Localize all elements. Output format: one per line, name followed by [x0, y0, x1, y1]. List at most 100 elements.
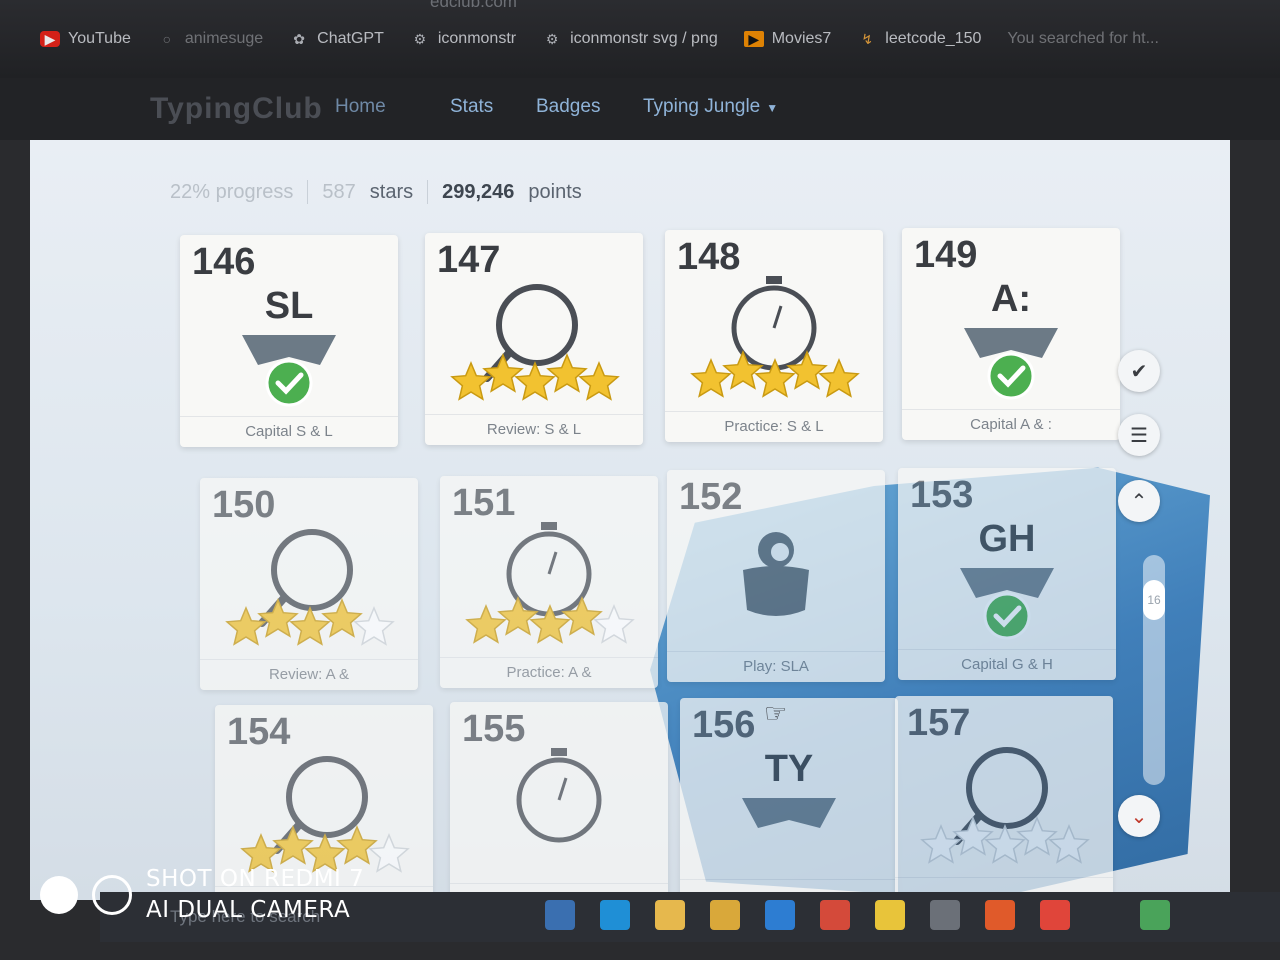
lesson-card[interactable]: 156 TY — [680, 698, 898, 910]
lesson-number: 157 — [907, 702, 971, 744]
menu-button[interactable]: ☰ — [1118, 414, 1160, 456]
star-filled-icon — [272, 825, 314, 865]
stopwatch-hand-icon — [547, 551, 558, 575]
monitor-screen: edclub.com ▶ YouTube ○ animesuge ✿ ChatG… — [0, 0, 1280, 960]
bookmark-label: iconmonstr svg / png — [570, 30, 718, 47]
bookmark-iconmonstr[interactable]: ⚙ iconmonstr — [410, 30, 517, 48]
chevron-up-icon: ⌃ — [1130, 490, 1148, 513]
lesson-scrollbar[interactable]: 16 — [1143, 555, 1165, 785]
menu-icon: ☰ — [1130, 424, 1148, 447]
bookmark-chatgpt[interactable]: ✿ ChatGPT — [289, 30, 384, 48]
star-filled-icon — [257, 598, 299, 638]
site-icon: ○ — [162, 31, 172, 47]
lesson-card[interactable]: 151 Practice: A & — [440, 476, 658, 688]
stars-count: 587 — [322, 180, 356, 203]
points-label: points — [528, 180, 582, 203]
sticky-notes-icon[interactable] — [875, 900, 905, 930]
lesson-card[interactable]: 150 Review: A & — [200, 478, 418, 690]
bookmark-iconmonstr-svg[interactable]: ⚙ iconmonstr svg / png — [542, 30, 718, 48]
camera-watermark: SHOT ON REDMI 7 AI DUAL CAMERA — [40, 864, 364, 926]
progress-text: 22% progress — [170, 180, 294, 203]
watermark-text: SHOT ON REDMI 7 AI DUAL CAMERA — [146, 864, 364, 926]
lesson-label: Practice: S & L — [665, 411, 883, 442]
bookmark-label: YouTube — [68, 30, 131, 47]
bookmark-leetcode[interactable]: ↯ leetcode_150 — [857, 30, 981, 48]
scroll-up-button[interactable]: ⌃ — [1118, 480, 1160, 522]
lesson-number: 152 — [679, 476, 743, 518]
nav-stats[interactable]: Stats — [450, 96, 493, 118]
bookmark-youtube[interactable]: ▶ YouTube — [40, 30, 131, 48]
nav-typing-jungle[interactable]: Typing Jungle ▼ — [643, 96, 778, 118]
chevron-down-icon: ▼ — [766, 101, 779, 115]
lesson-number: 155 — [462, 708, 526, 750]
bookmark-label: Movies7 — [771, 30, 832, 47]
watermark-line1: SHOT ON REDMI 7 — [146, 866, 365, 892]
lesson-letters: SL — [264, 285, 314, 327]
store-icon[interactable] — [710, 900, 740, 930]
lesson-label: Capital A & : — [902, 409, 1120, 440]
lesson-number: 150 — [212, 484, 276, 526]
lesson-card[interactable]: 155 — [450, 702, 668, 914]
chatgpt-icon: ✿ — [293, 30, 306, 47]
iconmonstr-icon: ⚙ — [545, 30, 559, 47]
lesson-label: Capital G & H — [898, 649, 1116, 680]
star-filled-icon — [722, 350, 764, 390]
bookmarks-bar: edclub.com ▶ YouTube ○ animesuge ✿ ChatG… — [0, 0, 1280, 78]
badge-tray-icon — [742, 798, 836, 828]
lesson-card[interactable]: 152 Play: SLA — [667, 470, 885, 682]
address-fragment: edclub.com — [430, 0, 517, 11]
bookmark-search-result[interactable]: You searched for ht... — [1007, 30, 1159, 48]
chrome-icon[interactable] — [820, 900, 850, 930]
stopwatch-button-icon — [766, 276, 782, 284]
lesson-label: Practice: A & — [440, 657, 658, 688]
lesson-label: Play: SLA — [667, 651, 885, 682]
nav-badges[interactable]: Badges — [536, 96, 600, 118]
star-filled-icon — [482, 353, 524, 393]
lesson-number: 151 — [452, 482, 516, 524]
check-badge-icon — [987, 352, 1035, 400]
divider — [427, 180, 429, 204]
lesson-number: 148 — [677, 236, 741, 278]
nav-label: Typing Jungle — [643, 96, 761, 117]
edge-icon[interactable] — [600, 900, 630, 930]
lesson-number: 146 — [192, 241, 256, 283]
lesson-number: 153 — [910, 474, 974, 516]
lesson-card[interactable]: 157 — [895, 696, 1113, 908]
bookmark-movies7[interactable]: ▶ Movies7 — [743, 30, 832, 48]
lesson-label: Review: A & — [200, 659, 418, 690]
check-badge-icon — [265, 359, 313, 407]
lesson-number: 147 — [437, 239, 501, 281]
file-explorer-icon[interactable] — [655, 900, 685, 930]
points-value: 299,246 — [442, 180, 515, 203]
lesson-letters: A: — [990, 278, 1032, 320]
stopwatch-hand-icon — [557, 777, 568, 801]
hand-cursor-icon: ☞ — [764, 698, 788, 728]
site-navigation: TypingClub Home Stats Badges Typing Jung… — [0, 78, 1280, 140]
lesson-number: 156 — [692, 704, 756, 746]
watermark-line2: AI DUAL CAMERA — [146, 897, 351, 923]
site-logo[interactable]: TypingClub — [150, 92, 323, 126]
check-badge-icon — [983, 592, 1031, 640]
lesson-card[interactable]: 147 Review: S & L — [425, 233, 643, 445]
bookmark-label: You searched for ht... — [1007, 30, 1159, 47]
brave-icon[interactable] — [985, 900, 1015, 930]
scroll-down-button[interactable]: ⌄ — [1118, 795, 1160, 837]
bookmark-animesuge[interactable]: ○ animesuge — [157, 30, 264, 48]
lesson-card[interactable]: 153 GH Capital G & H — [898, 468, 1116, 680]
lesson-card[interactable]: 146 SL Capital S & L — [180, 235, 398, 447]
mail-icon[interactable] — [765, 900, 795, 930]
settings-icon[interactable] — [930, 900, 960, 930]
task-view-icon[interactable] — [545, 900, 575, 930]
camera-logo-ring — [92, 875, 132, 915]
bookmark-label: ChatGPT — [317, 30, 384, 47]
star-filled-icon — [497, 596, 539, 636]
lesson-card[interactable]: 149 A: Capital A & : — [902, 228, 1120, 440]
goals-button[interactable]: ✔ — [1118, 350, 1160, 392]
movies-icon: ▶ — [743, 31, 764, 47]
scroll-thumb[interactable]: 16 — [1143, 580, 1165, 620]
nav-home[interactable]: Home — [335, 96, 386, 118]
app-icon[interactable] — [1040, 900, 1070, 930]
lesson-card[interactable]: 148 Practice: S & L — [665, 230, 883, 442]
leetcode-icon: ↯ — [861, 30, 874, 47]
whatsapp-icon[interactable] — [1140, 900, 1170, 930]
